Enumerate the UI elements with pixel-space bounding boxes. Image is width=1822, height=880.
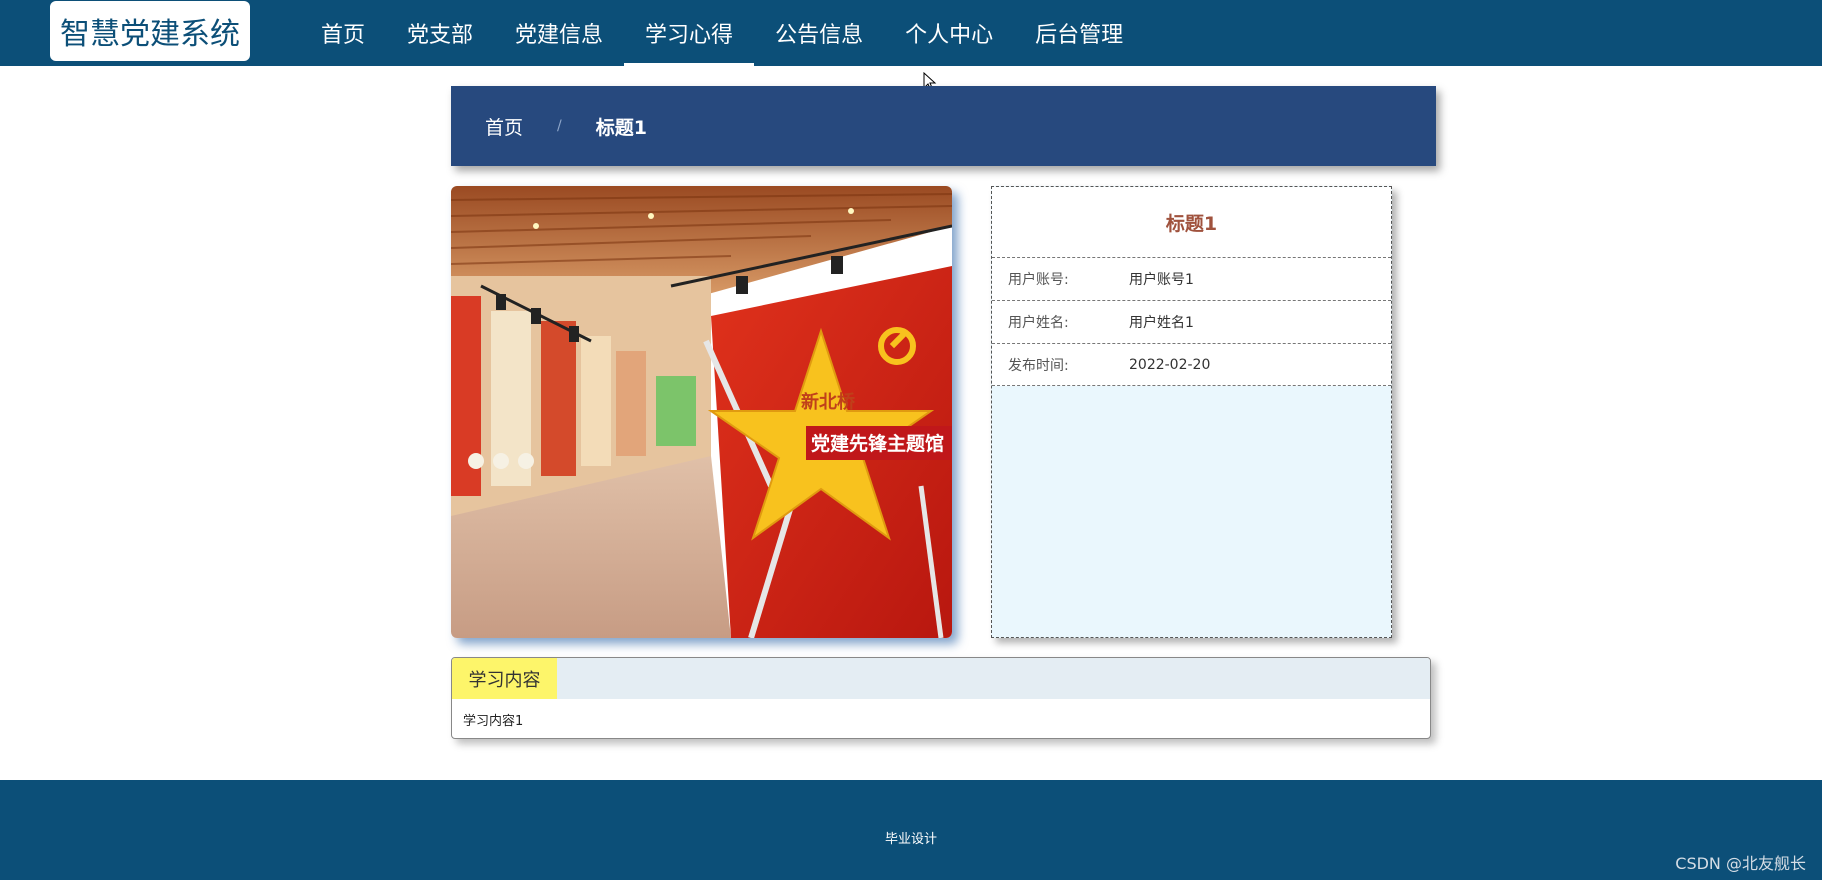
nav-item-study-notes[interactable]: 学习心得 <box>624 0 755 66</box>
article-image: 新北桥 党建先锋主题馆 <box>451 186 952 638</box>
main-nav: 首页 党支部 党建信息 学习心得 公告信息 个人中心 后台管理 <box>300 0 1144 66</box>
info-value: 用户账号1 <box>1129 272 1194 288</box>
footer-text: 毕业设计 <box>884 832 937 847</box>
top-navbar: 智慧党建系统 首页 党支部 党建信息 学习心得 公告信息 个人中心 后台管理 <box>0 0 1822 66</box>
image-sign-main-text: 党建先锋主题馆 <box>811 432 944 455</box>
breadcrumb-current: 标题1 <box>595 116 647 139</box>
content-panel-header: 学习内容 <box>452 658 1430 699</box>
content-panel: 学习内容 学习内容1 <box>451 657 1431 739</box>
footer: 毕业设计 <box>0 780 1822 880</box>
nav-item-announcements[interactable]: 公告信息 <box>754 0 884 66</box>
details-title: 标题1 <box>1165 212 1218 235</box>
nav-item-party-branch[interactable]: 党支部 <box>386 0 494 66</box>
info-label: 发布时间: <box>1008 357 1069 374</box>
info-row-account: 用户账号: 用户账号1 <box>992 257 1391 300</box>
content-body: 学习内容1 <box>463 714 524 729</box>
breadcrumb: 首页 / 标题1 <box>451 86 1436 166</box>
nav-item-personal-center[interactable]: 个人中心 <box>884 0 1014 66</box>
site-logo[interactable]: 智慧党建系统 <box>50 1 250 61</box>
details-header: 标题1 <box>992 187 1391 257</box>
info-label: 用户姓名: <box>1008 315 1069 331</box>
image-sign-top-text: 新北桥 <box>801 391 856 412</box>
breadcrumb-home-link[interactable]: 首页 <box>485 113 523 140</box>
details-card: 标题1 用户账号: 用户账号1 用户姓名: 用户姓名1 发布时间: 2022-0… <box>991 186 1392 638</box>
info-label: 用户账号: <box>1008 272 1069 288</box>
info-value: 用户姓名1 <box>1129 315 1194 331</box>
info-row-publish-time: 发布时间: 2022-02-20 <box>992 343 1391 386</box>
watermark: CSDN @北友舰长 <box>1675 854 1806 873</box>
info-value: 2022-02-20 <box>1129 356 1211 373</box>
nav-item-party-info[interactable]: 党建信息 <box>494 0 624 66</box>
nav-item-admin[interactable]: 后台管理 <box>1014 0 1144 66</box>
nav-item-home[interactable]: 首页 <box>300 0 386 66</box>
info-row-name: 用户姓名: 用户姓名1 <box>992 300 1391 343</box>
tab-study-content[interactable]: 学习内容 <box>452 658 557 699</box>
breadcrumb-separator: / <box>557 118 562 134</box>
